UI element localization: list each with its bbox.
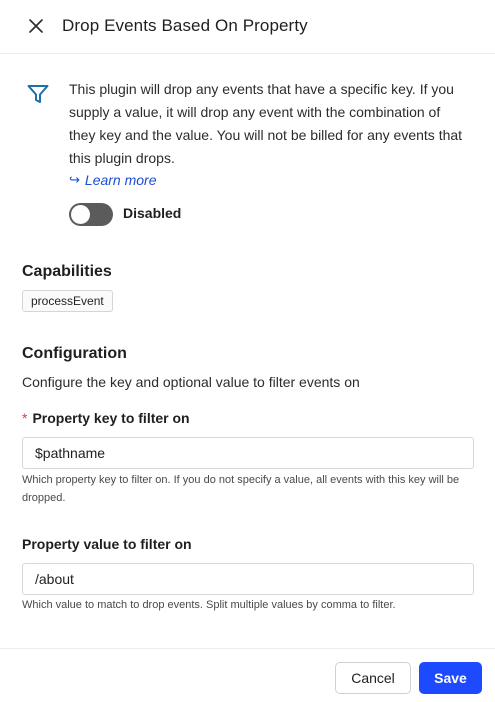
property-key-label-text: Property key to filter on [32,410,190,426]
redirect-arrow-icon: ↪ [69,172,80,187]
modal-title: Drop Events Based On Property [62,16,308,35]
required-marker: * [22,410,28,426]
enable-toggle[interactable] [69,203,113,226]
capability-tag: processEvent [22,290,113,312]
close-icon [29,19,43,33]
toggle-knob [71,205,90,224]
property-key-input[interactable] [22,437,474,469]
close-button[interactable] [24,14,48,38]
cancel-button[interactable]: Cancel [335,662,411,694]
save-button[interactable]: Save [419,662,482,694]
learn-more-link[interactable]: ↪ Learn more [69,172,157,188]
learn-more-label: Learn more [84,172,157,188]
configuration-description: Configure the key and optional value to … [22,374,360,390]
filter-icon [27,85,49,103]
modal-footer: Cancel Save [0,648,495,702]
property-key-label: * Property key to filter on [22,410,190,426]
plugin-description: This plugin will drop any events that ha… [69,81,463,166]
property-value-label: Property value to filter on [22,536,192,552]
property-key-help: Which property key to filter on. If you … [22,474,460,504]
configuration-heading: Configuration [22,345,127,362]
property-value-input[interactable] [22,563,474,595]
property-value-help: Which value to match to drop events. Spl… [22,599,396,611]
toggle-status-label: Disabled [123,205,182,221]
capabilities-heading: Capabilities [22,263,112,280]
modal-header: Drop Events Based On Property [0,0,495,54]
